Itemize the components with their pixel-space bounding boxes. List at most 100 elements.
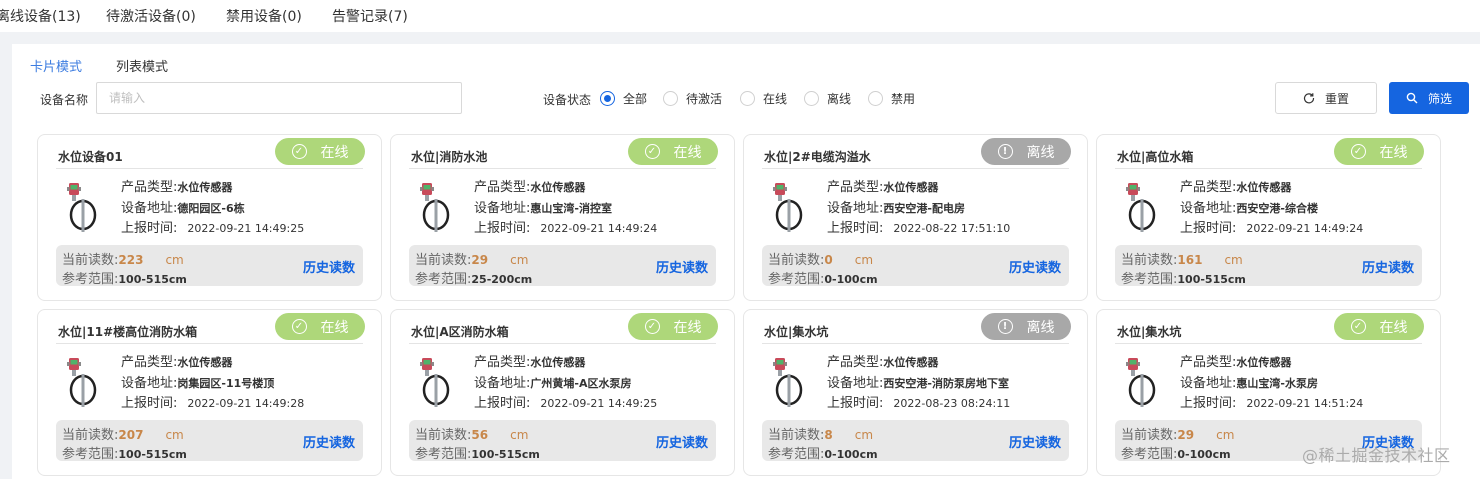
ref-range-value: 0-100cm [824, 448, 878, 461]
current-reading-row: 当前读数:29 cm [415, 249, 528, 268]
status-label: 设备状态 [543, 93, 592, 107]
top-nav: 离线设备(13) 待激活设备(0) 禁用设备(0) 告警记录(7) [0, 0, 1480, 32]
filter-button[interactable]: 筛选 [1389, 82, 1469, 114]
report-time-row: 上报时间: 2022-09-21 14:49:28 [121, 392, 304, 411]
ref-range-value: 0-100cm [1177, 448, 1231, 461]
report-time-label: 上报时间: [121, 396, 178, 411]
device-name-label: 设备名称 [40, 93, 89, 107]
product-type-value: 水位传感器 [883, 181, 939, 194]
product-type-row: 产品类型:水位传感器 [1180, 351, 1291, 370]
current-reading-row: 当前读数:207 cm [62, 424, 184, 443]
status-radio-offline[interactable]: 离线 [804, 89, 851, 107]
status-text: 在线 [1379, 144, 1408, 161]
reading-unit: cm [854, 428, 874, 442]
reading-box: 当前读数:56 cm 参考范围:100-515cm 历史读数 [409, 420, 716, 462]
status-badge: ✓ 在线 [1334, 313, 1424, 340]
status-radio-disabled[interactable]: 禁用 [868, 89, 915, 107]
report-time-label: 上报时间: [827, 396, 884, 411]
device-card[interactable]: 水位|高位水箱 ✓ 在线 产品类型:水位传感器 设备地址:西安空港-综合楼 上报时间: 20… [1096, 134, 1441, 301]
divider [409, 168, 716, 169]
current-reading-row: 当前读数:161 cm [1121, 249, 1243, 268]
history-readings-link[interactable]: 历史读数 [656, 257, 708, 276]
history-readings-link[interactable]: 历史读数 [303, 432, 355, 451]
ref-range-label: 参考范围: [62, 272, 119, 287]
product-type-value: 水位传感器 [883, 356, 939, 369]
status-radio-online[interactable]: 在线 [740, 89, 787, 107]
status-option-label: 离线 [827, 91, 852, 106]
check-circle-icon: ✓ [291, 319, 307, 334]
current-reading-row: 当前读数:56 cm [415, 424, 528, 443]
main-panel: 卡片模式 列表模式 设备名称 设备状态 全部 待激活 在线 离线 禁用 重置 筛… [12, 44, 1480, 479]
tab-disabled-devices[interactable]: 禁用设备(0) [226, 6, 302, 26]
history-readings-link[interactable]: 历史读数 [1362, 257, 1414, 276]
reading-unit: cm [854, 253, 874, 267]
device-card[interactable]: 水位|A区消防水箱 ✓ 在线 产品类型:水位传感器 设备地址:广州黄埔-A区水泵房 上报时… [390, 309, 735, 476]
address-row: 设备地址:广州黄埔-A区水泵房 [474, 372, 631, 391]
tab-pending-devices[interactable]: 待激活设备(0) [106, 6, 196, 26]
product-type-label: 产品类型: [474, 180, 531, 195]
reading-unit: cm [165, 428, 184, 442]
ref-range-value: 100-515cm [471, 448, 540, 461]
status-radio-all[interactable]: 全部 [600, 89, 647, 107]
history-readings-link[interactable]: 历史读数 [1009, 257, 1061, 276]
status-badge: ✓ 在线 [275, 313, 365, 340]
ref-range-row: 参考范围:100-515cm [1121, 268, 1246, 287]
report-time-label: 上报时间: [827, 221, 884, 236]
reading-unit: cm [510, 428, 529, 442]
ref-range-row: 参考范围:0-100cm [768, 268, 878, 287]
address-row: 设备地址:惠山宝湾-水泵房 [1180, 372, 1318, 391]
history-readings-link[interactable]: 历史读数 [303, 257, 355, 276]
water-level-sensor-image [417, 352, 451, 408]
status-text: 离线 [1026, 319, 1055, 336]
tab-card-mode[interactable]: 卡片模式 [30, 56, 82, 75]
current-reading-value: 223 [118, 253, 144, 267]
current-reading-value: 207 [118, 428, 144, 442]
address-row: 设备地址:西安空港-配电房 [827, 197, 965, 216]
reading-unit: cm [1216, 428, 1235, 442]
device-card[interactable]: 水位设备01 ✓ 在线 产品类型:水位传感器 设备地址:德阳园区-6栋 上报时间: 2022… [37, 134, 382, 301]
address-label: 设备地址: [474, 201, 531, 216]
report-time-row: 上报时间: 2022-08-23 08:24:11 [827, 392, 1010, 411]
ref-range-row: 参考范围:100-515cm [62, 268, 187, 287]
history-readings-link[interactable]: 历史读数 [656, 432, 708, 451]
radio-icon [804, 90, 819, 106]
product-type-row: 产品类型:水位传感器 [474, 351, 585, 370]
tab-list-mode[interactable]: 列表模式 [116, 56, 168, 75]
current-reading-label: 当前读数: [768, 428, 825, 443]
history-readings-link[interactable]: 历史读数 [1009, 432, 1061, 451]
tab-alarm-records[interactable]: 告警记录(7) [332, 6, 408, 26]
device-card[interactable]: 水位|11#楼高位消防水箱 ✓ 在线 产品类型:水位传感器 设备地址:岗集园区-11号楼… [37, 309, 382, 476]
report-time-label: 上报时间: [121, 221, 178, 236]
product-type-label: 产品类型: [827, 355, 884, 370]
product-type-value: 水位传感器 [1236, 181, 1292, 194]
status-text: 离线 [1026, 144, 1055, 161]
ref-range-value: 0-100cm [824, 273, 878, 286]
address-row: 设备地址:岗集园区-11号楼顶 [121, 372, 274, 391]
address-value: 西安空港-消防泵房地下室 [883, 377, 1009, 390]
product-type-value: 水位传感器 [530, 356, 586, 369]
report-time-value: 2022-09-21 14:49:25 [187, 222, 305, 235]
address-value: 惠山宝湾-消控室 [530, 202, 612, 215]
check-circle-icon: ✓ [644, 319, 660, 334]
device-title: 水位|11#楼高位消防水箱 [58, 325, 198, 339]
tab-offline-devices[interactable]: 离线设备(13) [0, 6, 81, 26]
report-time-row: 上报时间: 2022-09-21 14:49:25 [121, 217, 304, 236]
address-value: 西安空港-配电房 [883, 202, 965, 215]
address-label: 设备地址: [827, 376, 884, 391]
ref-range-label: 参考范围: [415, 272, 472, 287]
report-time-row: 上报时间: 2022-08-22 17:51:10 [827, 217, 1010, 236]
device-card[interactable]: 水位|消防水池 ✓ 在线 产品类型:水位传感器 设备地址:惠山宝湾-消控室 上报时间: 20… [390, 134, 735, 301]
current-reading-value: 29 [471, 253, 489, 267]
address-value: 广州黄埔-A区水泵房 [530, 377, 632, 390]
current-reading-value: 161 [1177, 253, 1203, 267]
ref-range-label: 参考范围: [1121, 447, 1178, 462]
product-type-row: 产品类型:水位传感器 [827, 176, 938, 195]
device-card[interactable]: 水位|2#电缆沟溢水! 离线 产品类型:水位传感器 设备地址:西安空港-配电房 上报时间… [743, 134, 1088, 301]
reset-button[interactable]: 重置 [1275, 82, 1377, 114]
ref-range-label: 参考范围: [62, 447, 119, 462]
device-title: 水位|2#电缆沟溢水 [764, 150, 871, 164]
device-name-input[interactable] [96, 82, 462, 114]
status-radio-pending[interactable]: 待激活 [663, 89, 722, 107]
device-card[interactable]: 水位|集水坑! 离线 产品类型:水位传感器 设备地址:西安空港-消防泵房地下室 上报时间… [743, 309, 1088, 476]
divider [1115, 343, 1422, 344]
